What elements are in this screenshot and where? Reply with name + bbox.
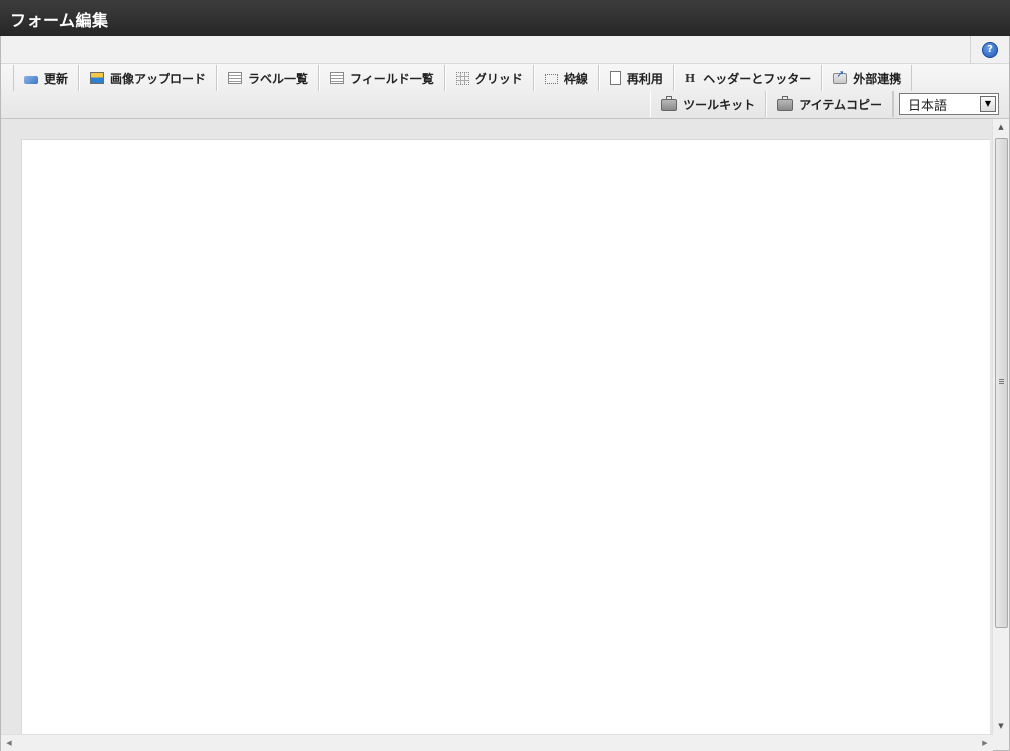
header-footer-button-label: ヘッダーとフッター [703, 71, 812, 86]
vertical-scroll-thumb[interactable] [995, 138, 1008, 628]
field-list-button-label: フィールド一覧 [350, 71, 434, 86]
scroll-up-arrow-icon[interactable]: ▲ [993, 119, 1009, 135]
language-select[interactable]: 日本語 ▼ [899, 93, 999, 115]
help-icon: ? [982, 42, 998, 58]
grid-button[interactable]: グリッド [444, 65, 534, 91]
help-button[interactable]: ? [970, 36, 1009, 63]
scroll-down-arrow-icon[interactable]: ▼ [993, 718, 1009, 734]
item-copy-button[interactable]: アイテムコピー [766, 91, 893, 117]
frame-lines-button[interactable]: 枠線 [533, 65, 599, 91]
toolkit-button[interactable]: ツールキット [650, 91, 767, 117]
title-bar: フォーム編集 [0, 0, 1010, 36]
header-icon: H [684, 71, 696, 85]
toolkit-button-label: ツールキット [683, 97, 756, 112]
form-editor-frame: ? 更新 画像アップロード ラベル一覧 フィールド一覧 グリッド 枠線 再利用 … [0, 36, 1010, 751]
image-upload-button-label: 画像アップロード [110, 71, 207, 86]
list-icon [228, 72, 243, 84]
toolbar: 更新 画像アップロード ラベル一覧 フィールド一覧 グリッド 枠線 再利用 H … [1, 64, 1009, 119]
grid-icon [455, 71, 469, 85]
image-upload-icon [90, 72, 105, 84]
external-link-button-label: 外部連携 [853, 71, 902, 86]
image-upload-button[interactable]: 画像アップロード [79, 65, 218, 91]
header-footer-button[interactable]: H ヘッダーとフッター [673, 65, 823, 91]
toolbar-row-secondary: ツールキット アイテムコピー 日本語 ▼ [650, 91, 999, 117]
form-canvas[interactable] [21, 139, 990, 735]
reuse-button-label: 再利用 [626, 71, 663, 86]
copy-icon [609, 69, 625, 85]
vertical-scrollbar[interactable]: ▲ ▼ [992, 119, 1009, 734]
frame-icon [544, 73, 558, 84]
update-button-label: 更新 [44, 71, 69, 86]
update-button[interactable]: 更新 [13, 65, 80, 91]
form-workspace [1, 119, 993, 735]
label-list-button-label: ラベル一覧 [248, 71, 309, 86]
scroll-left-arrow-icon[interactable]: ◀ [1, 735, 17, 751]
help-bar: ? [1, 36, 1009, 64]
toolkit-icon [661, 96, 678, 111]
language-select-wrapper: 日本語 ▼ [893, 91, 999, 117]
field-list-button[interactable]: フィールド一覧 [319, 65, 445, 91]
toolbar-row-main: 更新 画像アップロード ラベル一覧 フィールド一覧 グリッド 枠線 再利用 H … [13, 65, 913, 91]
refresh-icon [24, 75, 38, 84]
toolkit-icon [777, 96, 794, 111]
reuse-button[interactable]: 再利用 [598, 65, 674, 91]
external-link-button[interactable]: 外部連携 [822, 65, 913, 91]
chevron-down-icon[interactable]: ▼ [980, 96, 996, 112]
grip-icon [999, 379, 1004, 385]
scroll-right-arrow-icon[interactable]: ▶ [977, 735, 993, 751]
export-icon [833, 69, 848, 84]
grid-button-label: グリッド [474, 71, 523, 86]
horizontal-scrollbar[interactable]: ◀ ▶ [1, 734, 993, 751]
label-list-button[interactable]: ラベル一覧 [217, 65, 320, 91]
scrollbar-corner [993, 734, 1009, 750]
list-icon [330, 72, 345, 84]
window-title: フォーム編集 [10, 11, 109, 30]
frame-lines-button-label: 枠線 [563, 71, 588, 86]
language-select-value: 日本語 [908, 98, 948, 114]
item-copy-button-label: アイテムコピー [799, 97, 882, 112]
